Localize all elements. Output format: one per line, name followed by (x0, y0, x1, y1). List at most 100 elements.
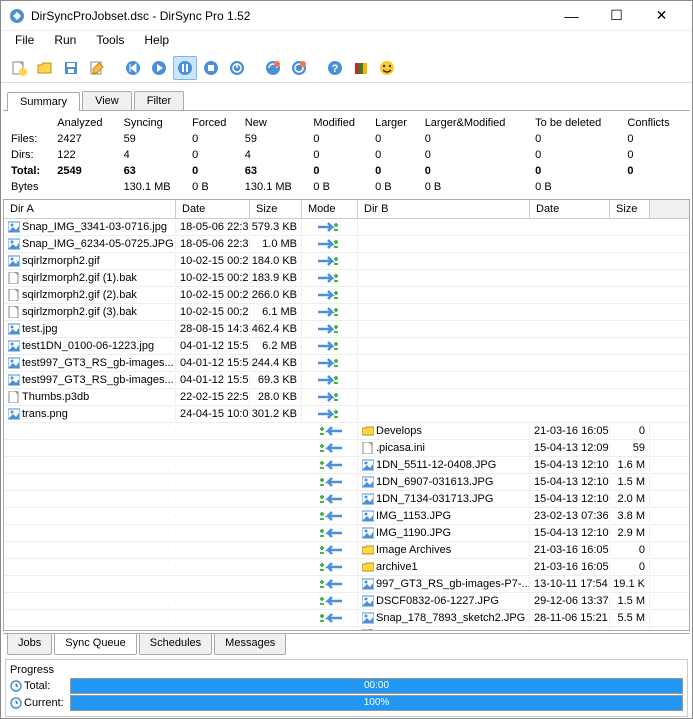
cell-size (250, 515, 302, 517)
cell-size: 1.0 MB (250, 237, 302, 251)
table-row[interactable]: test997_GT3_RS_gb-images...04-01-12 15:5… (4, 372, 689, 389)
cell-dateb: 15-04-13 12:10 (530, 475, 610, 489)
table-row[interactable]: Thumbs.p3db22-02-15 22:5728.0 KB (4, 389, 689, 406)
col-dateb[interactable]: Date (530, 200, 610, 218)
maximize-button[interactable]: ☐ (594, 2, 639, 30)
col-mode[interactable]: Mode (302, 200, 358, 218)
cell-size (250, 481, 302, 483)
tab-filter[interactable]: Filter (134, 91, 184, 110)
save-button[interactable] (59, 56, 83, 80)
menu-run[interactable]: Run (44, 31, 86, 53)
edit-button[interactable] (85, 56, 109, 80)
minimize-button[interactable]: — (549, 2, 594, 30)
sync-b-button[interactable] (287, 56, 311, 80)
btab-messages[interactable]: Messages (214, 634, 286, 655)
cell-dateb (530, 328, 610, 330)
table-row[interactable]: archive121-03-16 16:050 (4, 559, 689, 576)
cell-dateb (530, 311, 610, 313)
cell-mode (302, 441, 358, 455)
cell-mode (302, 594, 358, 608)
cell-mode (302, 577, 358, 591)
open-button[interactable] (33, 56, 57, 80)
table-row[interactable]: 1DN_5511-12-0408.JPG15-04-13 12:101.6 M (4, 457, 689, 474)
cell-mode (302, 458, 358, 472)
col-dirb[interactable]: Dir B (358, 200, 530, 218)
pause-button[interactable] (173, 56, 197, 80)
cell-sizeb: 1.5 M (610, 475, 650, 489)
table-row[interactable]: archive1.7z04-01-13 12:387.1 M (4, 627, 689, 630)
table-row[interactable]: Image Archives21-03-16 16:050 (4, 542, 689, 559)
books-icon[interactable] (349, 56, 373, 80)
cell-dirb (358, 345, 530, 347)
cell-size: 579.3 KB (250, 220, 302, 234)
menu-file[interactable]: File (5, 31, 44, 53)
col-sizeb[interactable]: Size (610, 200, 650, 218)
grid-body[interactable]: Snap_IMG_3341-03-0716.jpg18-05-06 22:325… (4, 219, 689, 630)
btab-schedules[interactable]: Schedules (139, 634, 212, 655)
cell-dira: test997_GT3_RS_gb-images... (4, 373, 176, 387)
col-dira[interactable]: Dir A (4, 200, 176, 218)
cell-dirb (358, 379, 530, 381)
table-row[interactable]: Develops21-03-16 16:050 (4, 423, 689, 440)
clock-icon (10, 680, 22, 692)
table-row[interactable]: 1DN_6907-031613.JPG15-04-13 12:101.5 M (4, 474, 689, 491)
table-row[interactable]: DSCF0832-06-1227.JPG29-12-06 13:371.5 M (4, 593, 689, 610)
menu-help[interactable]: Help (134, 31, 179, 53)
cell-dira (4, 583, 176, 585)
stop-button[interactable] (199, 56, 223, 80)
table-row[interactable]: trans.png24-04-15 10:00301.2 KB (4, 406, 689, 423)
table-row[interactable]: Snap_IMG_6234-05-0725.JPG18-05-06 22:321… (4, 236, 689, 253)
table-row[interactable]: test1DN_0100-06-1223.jpg04-01-12 15:526.… (4, 338, 689, 355)
table-row[interactable]: 1DN_7134-031713.JPG15-04-13 12:102.0 M (4, 491, 689, 508)
cell-dira: test997_GT3_RS_gb-images... (4, 356, 176, 370)
cell-dirb (358, 413, 530, 415)
cell-size: 183.9 KB (250, 271, 302, 285)
cell-dirb (358, 328, 530, 330)
table-row[interactable]: Snap_IMG_3341-03-0716.jpg18-05-06 22:325… (4, 219, 689, 236)
cell-mode (302, 611, 358, 625)
tab-view[interactable]: View (82, 91, 132, 110)
btab-sync-queue[interactable]: Sync Queue (54, 634, 137, 655)
table-row[interactable]: sqirlzmorph2.gif10-02-15 00:29184.0 KB (4, 253, 689, 270)
sync-a-button[interactable] (261, 56, 285, 80)
table-row[interactable]: IMG_1153.JPG23-02-13 07:363.8 M (4, 508, 689, 525)
col-size[interactable]: Size (250, 200, 302, 218)
first-button[interactable] (121, 56, 145, 80)
table-row[interactable]: sqirlzmorph2.gif (3).bak10-02-15 00:226.… (4, 304, 689, 321)
new-button[interactable] (7, 56, 31, 80)
cell-sizeb: 5.5 M (610, 611, 650, 625)
cell-dirb: 1DN_5511-12-0408.JPG (358, 458, 530, 472)
power-button[interactable] (225, 56, 249, 80)
table-row[interactable]: test997_GT3_RS_gb-images...04-01-12 15:5… (4, 355, 689, 372)
table-row[interactable]: 997_GT3_RS_gb-images-P7-...13-10-11 17:5… (4, 576, 689, 593)
cell-dirb (358, 277, 530, 279)
menu-tools[interactable]: Tools (86, 31, 134, 53)
cell-dira: trans.png (4, 407, 176, 421)
table-row[interactable]: test.jpg28-08-15 14:30462.4 KB (4, 321, 689, 338)
cell-date: 28-08-15 14:30 (176, 322, 250, 336)
table-row[interactable]: sqirlzmorph2.gif (1).bak10-02-15 00:2718… (4, 270, 689, 287)
table-row[interactable]: IMG_1190.JPG15-04-13 12:102.9 M (4, 525, 689, 542)
cell-mode (302, 628, 358, 630)
cell-size: 244.4 KB (250, 356, 302, 370)
stats-table: AnalyzedSyncingForcedNewModifiedLargerLa… (1, 111, 692, 199)
toolbar: ? (1, 53, 692, 83)
play-button[interactable] (147, 56, 171, 80)
table-row[interactable]: sqirlzmorph2.gif (2).bak10-02-15 00:2526… (4, 287, 689, 304)
btab-jobs[interactable]: Jobs (7, 634, 52, 655)
cell-date (176, 532, 250, 534)
smile-icon[interactable] (375, 56, 399, 80)
table-row[interactable]: .picasa.ini15-04-13 12:0959 (4, 440, 689, 457)
col-date[interactable]: Date (176, 200, 250, 218)
cell-dateb: 13-10-11 17:54 (530, 577, 610, 591)
cell-sizeb: 1.6 M (610, 458, 650, 472)
tab-summary[interactable]: Summary (7, 92, 80, 111)
help-button[interactable]: ? (323, 56, 347, 80)
cell-dateb: 21-03-16 16:05 (530, 424, 610, 438)
close-button[interactable]: ✕ (639, 2, 684, 30)
grid-header: Dir A Date Size Mode Dir B Date Size (4, 200, 689, 219)
cell-date: 18-05-06 22:32 (176, 220, 250, 234)
cell-date (176, 549, 250, 551)
table-row[interactable]: Snap_178_7893_sketch2.JPG28-11-06 15:215… (4, 610, 689, 627)
cell-dateb (530, 277, 610, 279)
